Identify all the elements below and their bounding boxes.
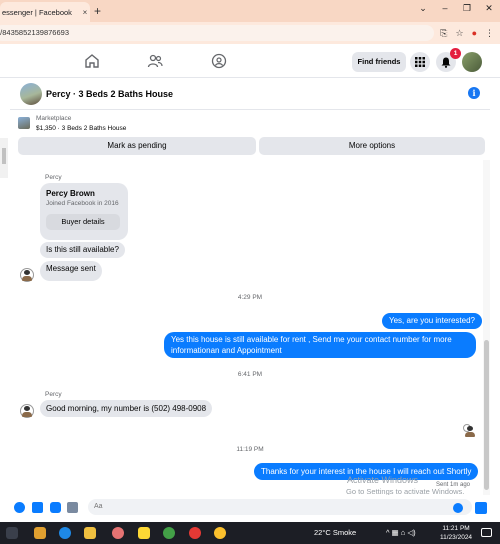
message-bubble-outgoing[interactable]: Yes this house is still available for re… (164, 332, 476, 358)
chrome-profile-icon[interactable] (189, 527, 201, 539)
listing-price: $1,350 · 3 Beds 2 Baths House (36, 125, 127, 132)
close-window-icon[interactable]: ✕ (478, 3, 500, 14)
find-friends-button[interactable]: Find friends (352, 52, 406, 72)
chrome-profile2-icon[interactable] (214, 527, 226, 539)
window-controls: ⌄ – ❐ ✕ (412, 3, 500, 14)
timestamp-separator: 4:29 PM (237, 294, 263, 301)
activate-windows-title: Activate Windows (347, 475, 419, 485)
profile-avatar[interactable] (462, 52, 482, 72)
buyer-name: Percy Brown (46, 189, 95, 198)
notification-badge: 1 (450, 48, 461, 59)
close-tab-icon[interactable]: × (80, 8, 90, 17)
gif-icon[interactable] (67, 502, 78, 513)
app-icon[interactable] (112, 527, 124, 539)
buyer-joined: Joined Facebook in 2016 (46, 200, 119, 207)
facebook-top-nav: Find friends (0, 44, 500, 78)
weather-widget[interactable]: 22°C Smoke (314, 528, 356, 537)
browser-tab-bar: essenger | Facebook × + ⌄ – ❐ ✕ (0, 0, 500, 22)
taskbar-time: 11:21 PM (442, 525, 470, 532)
timestamp-separator: 11:19 PM (236, 446, 264, 453)
scrollbar-thumb[interactable] (2, 148, 6, 164)
thumbs-up-icon[interactable] (475, 502, 487, 514)
groups-icon[interactable] (211, 53, 227, 69)
grid-icon (415, 57, 425, 67)
url-field[interactable]: /t/8435852139876693 (0, 25, 435, 41)
image-icon[interactable] (32, 502, 43, 513)
profile-icon[interactable]: ● (472, 28, 477, 39)
file-explorer-icon[interactable] (84, 527, 96, 539)
chat-header: Percy · 3 Beds 2 Baths House i (10, 80, 490, 110)
seen-avatar (463, 424, 475, 437)
buyer-info-card: Percy Brown Joined Facebook in 2016 Buye… (40, 183, 128, 240)
sticky-notes-icon[interactable] (138, 527, 150, 539)
scrollbar-thumb[interactable] (484, 340, 489, 490)
message-bubble-outgoing[interactable]: Yes, are you interested? (382, 313, 482, 329)
listing-avatar[interactable] (20, 83, 42, 105)
message-bubble-incoming[interactable]: Good morning, my number is (502) 498-090… (40, 400, 213, 417)
maximize-icon[interactable]: ❐ (456, 3, 478, 14)
task-view-icon[interactable] (6, 527, 18, 539)
sender-avatar[interactable] (20, 404, 34, 418)
plus-icon[interactable] (14, 502, 25, 513)
address-bar: /t/8435852139876693 ⎘ ☆ ● ⋮ (0, 22, 500, 44)
buyer-details-button[interactable]: Buyer details (46, 214, 120, 230)
windows-taskbar: 22°C Smoke ^ ▦ ⌂ ◁) 11:21 PM 11/23/2024 (0, 522, 500, 544)
friends-icon[interactable] (147, 53, 163, 69)
taskbar-clock[interactable]: 11:21 PM 11/23/2024 (440, 524, 472, 542)
minimize-icon[interactable]: – (434, 3, 456, 14)
menu-grid-button[interactable] (410, 52, 430, 72)
chrome-icon[interactable] (163, 527, 175, 539)
install-app-icon[interactable]: ⎘ (440, 28, 447, 39)
timestamp-separator: 6:41 PM (237, 371, 263, 378)
chevron-down-icon[interactable]: ⌄ (412, 3, 434, 14)
bookmark-star-icon[interactable]: ☆ (455, 28, 463, 39)
left-scrollbar[interactable] (0, 138, 8, 178)
marketplace-label: Marketplace (36, 115, 72, 122)
message-bubble-incoming[interactable]: Is this still available? (40, 242, 125, 258)
tab-title: essenger | Facebook (2, 7, 72, 17)
message-bubble-incoming[interactable]: Message sent (40, 261, 102, 281)
bell-icon (441, 57, 451, 68)
mark-as-pending-button[interactable]: Mark as pending (18, 137, 256, 155)
system-tray[interactable]: ^ ▦ ⌂ ◁) (386, 528, 416, 537)
sender-avatar[interactable] (20, 268, 34, 282)
sender-name: Percy (45, 391, 62, 398)
message-composer (10, 495, 490, 519)
browser-tab[interactable]: essenger | Facebook × (0, 2, 90, 22)
edge-icon[interactable] (59, 527, 71, 539)
sticker-icon[interactable] (50, 502, 61, 513)
copilot-icon[interactable] (34, 527, 46, 539)
taskbar-date: 11/23/2024 (440, 534, 473, 541)
more-options-button[interactable]: More options (259, 137, 485, 155)
emoji-icon[interactable] (453, 503, 463, 513)
listing-thumbnail (18, 117, 30, 129)
chat-title[interactable]: Percy · 3 Beds 2 Baths House (46, 89, 173, 99)
new-tab-button[interactable]: + (94, 4, 101, 18)
conversation-scrollbar[interactable] (483, 160, 490, 495)
browser-menu-icon[interactable]: ⋮ (485, 28, 494, 39)
home-icon[interactable] (84, 53, 100, 69)
info-icon[interactable]: i (468, 87, 480, 99)
sender-name: Percy (45, 174, 62, 181)
notification-center-icon[interactable] (481, 528, 492, 537)
message-input[interactable] (88, 499, 472, 515)
